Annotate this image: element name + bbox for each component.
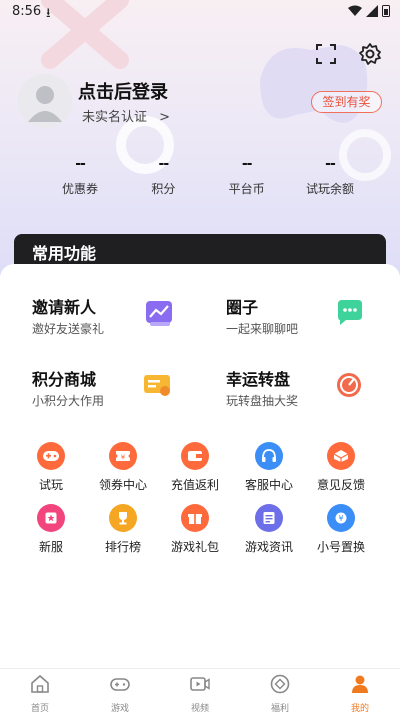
grid-item-account-exchange[interactable]: ¥ 小号置换 [306,504,376,555]
exchange-icon: ¥ [327,504,355,532]
stats-row: -- 优惠券 -- 积分 -- 平台币 -- 试玩余额 [40,156,370,197]
feature-title: 积分商城 [32,370,97,389]
grid-item-recharge-rebate[interactable]: 充值返利 [160,442,230,493]
feature-subtitle: 玩转盘抽大奖 [226,394,299,408]
grid-label: 充值返利 [170,478,219,492]
ticket-icon: ¥ [109,442,137,470]
stat-value: -- [158,156,170,172]
grid-item-feedback[interactable]: 意见反馈 [306,442,376,493]
feature-points-mall[interactable]: 积分商城 小积分大作用 [32,366,212,416]
stat-trial-balance[interactable]: -- 试玩余额 [290,156,370,197]
feature-subtitle: 一起来聊聊吧 [226,322,299,336]
stat-label: 积分 [151,182,176,196]
feature-circle[interactable]: 圈子 一起来聊聊吧 [226,294,400,344]
stat-label: 优惠券 [61,182,98,196]
grid-label: 小号置换 [316,540,365,554]
star-badge-icon [37,504,65,532]
feature-title: 邀请新人 [32,298,97,317]
person-icon [352,675,368,693]
download-icon: ⭳ [46,6,51,21]
tab-label: 首页 [30,704,49,712]
grid-item-customer-service[interactable]: 客服中心 [234,442,304,493]
stat-value: -- [241,156,253,172]
feature-title: 圈子 [226,298,259,317]
video-icon [190,677,210,691]
gear-icon[interactable] [358,42,382,66]
grid-label: 试玩 [38,478,63,492]
tab-label: 福利 [270,704,289,712]
trophy-icon [109,504,137,532]
gamepad-icon [37,442,65,470]
grid-item-new-server[interactable]: 新服 [16,504,86,555]
chevron-right-icon: > [159,110,171,125]
feedback-box-icon [327,442,355,470]
grid-label: 意见反馈 [316,478,365,492]
avatar[interactable] [18,74,72,128]
tab-mine[interactable]: 我的 [320,669,400,712]
grid-label: 领券中心 [98,478,147,492]
section-title: 常用功能 [32,244,97,263]
svg-text:¥: ¥ [121,454,126,462]
chat-bubble-icon [338,300,362,325]
feature-subtitle: 小积分大作用 [32,394,105,408]
functions-card: 邀请新人 邀好友送豪礼 圈子 一起来聊聊吧 积分商城 小积分大作用 幸运转盘 玩… [0,264,400,668]
signal-icon [366,4,378,17]
stat-value: -- [325,156,336,172]
scan-icon[interactable] [314,42,338,66]
stat-coupons[interactable]: -- 优惠券 [40,156,120,197]
feature-subtitle: 邀好友送豪礼 [32,322,105,336]
feature-invite[interactable]: 邀请新人 邀好友送豪礼 [32,294,212,344]
controller-icon [110,678,130,691]
grid-item-coupon-center[interactable]: ¥ 领券中心 [88,442,158,493]
status-bar: 8:56 ⭳ [0,0,400,24]
tab-video[interactable]: 视频 [160,669,240,712]
bottom-tab-bar: 首页 游戏 视频 福利 我的 [0,668,400,712]
svg-text:¥: ¥ [338,514,343,523]
tab-label: 我的 [350,704,369,712]
welfare-icon [270,674,290,694]
grid-label: 客服中心 [244,478,293,492]
tab-welfare[interactable]: 福利 [240,669,320,712]
wheel-icon [337,373,361,397]
tab-games[interactable]: 游戏 [80,669,160,712]
auth-status-text: 未实名认证 [82,110,148,125]
home-icon [31,674,49,693]
gift-icon [181,504,209,532]
header-actions [314,42,382,66]
grid-item-leaderboard[interactable]: 排行榜 [88,504,158,555]
grid-label: 游戏礼包 [170,540,219,554]
status-time: 8:56 [12,4,42,19]
tab-label: 视频 [190,704,209,712]
login-prompt[interactable]: 点击后登录 [78,78,168,104]
stat-label: 平台币 [228,182,265,196]
news-icon [255,504,283,532]
chart-card-icon [146,301,172,326]
status-icons [348,4,390,17]
battery-icon [382,5,390,17]
stat-value: -- [75,156,86,172]
grid-label: 游戏资讯 [244,540,293,554]
real-name-auth-link[interactable]: 未实名认证 > [82,106,170,125]
wallet-icon [181,442,209,470]
default-user-icon [28,86,62,122]
headset-icon [255,442,283,470]
stat-platform-coins[interactable]: -- 平台币 [207,156,287,197]
grid-item-game-gift[interactable]: 游戏礼包 [160,504,230,555]
tab-label: 游戏 [110,704,129,712]
grid-item-trial[interactable]: 试玩 [16,442,86,493]
grid-item-game-news[interactable]: 游戏资讯 [234,504,304,555]
tab-home[interactable]: 首页 [0,669,80,712]
stat-points[interactable]: -- 积分 [123,156,203,197]
grid-label: 排行榜 [104,540,141,554]
stat-label: 试玩余额 [305,182,354,196]
feature-title: 幸运转盘 [226,370,291,389]
feature-lucky-wheel[interactable]: 幸运转盘 玩转盘抽大奖 [226,366,400,416]
grid-label: 新服 [38,540,63,554]
checkin-button[interactable]: 签到有奖 [311,91,382,113]
wifi-icon [348,5,362,16]
coupon-card-icon [144,375,170,396]
